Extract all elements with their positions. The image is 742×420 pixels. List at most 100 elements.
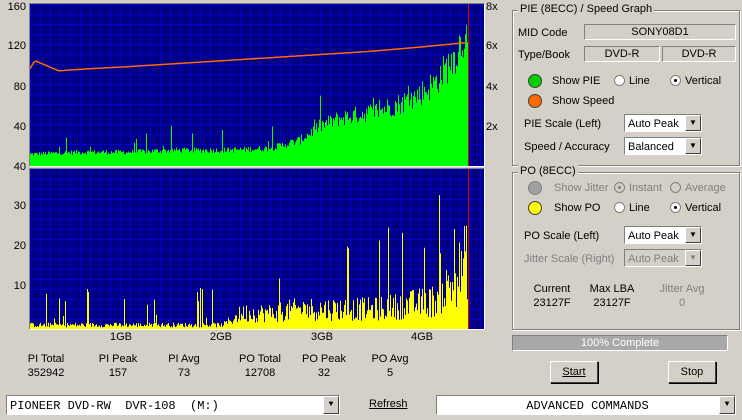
pie-bar (190, 151, 191, 166)
pie-bar (231, 150, 232, 166)
po-line-label[interactable]: Line (629, 202, 650, 214)
po-bar (69, 325, 70, 329)
chevron-down-icon[interactable]: ▼ (685, 138, 701, 154)
po-bar (357, 297, 358, 329)
po-bar (255, 322, 256, 329)
po-bar (165, 326, 166, 329)
chevron-down-icon[interactable]: ▼ (323, 396, 339, 414)
po-bar (48, 322, 49, 329)
po-bar (133, 323, 134, 329)
refresh-link[interactable]: Refresh (369, 398, 408, 410)
pie-bar (125, 154, 126, 166)
pie-bar (59, 146, 60, 166)
po-bar (407, 300, 408, 329)
po-bar (74, 325, 75, 329)
po-bar (351, 309, 352, 329)
jitter-average-radio (670, 182, 681, 193)
po-bar (61, 325, 62, 329)
pie-bar (52, 153, 53, 166)
pie-line-label[interactable]: Line (629, 75, 650, 87)
speed-color-swatch[interactable] (528, 94, 542, 108)
pie-bar (225, 151, 226, 166)
po-vertical-radio[interactable] (670, 202, 681, 213)
pie-bar (461, 56, 462, 166)
show-pie-label[interactable]: Show PIE (552, 75, 600, 87)
po-bar (232, 323, 233, 329)
pie-bar (163, 146, 164, 166)
po-scale-select[interactable]: Auto Peak ▼ (624, 226, 702, 244)
pie-bar (353, 111, 354, 166)
po-bar (434, 316, 435, 329)
pie-bar (334, 120, 335, 166)
po-bar (208, 326, 209, 329)
po-bar (271, 316, 272, 329)
po-bar (93, 324, 94, 329)
max-lba-value: 23127F (593, 297, 631, 309)
pie-bar (241, 149, 242, 166)
pie-bar (127, 152, 128, 166)
pie-color-swatch[interactable] (528, 74, 542, 88)
pie-bar (388, 105, 389, 166)
stop-button[interactable]: Stop (668, 361, 716, 383)
po-bar (52, 324, 53, 329)
mid-code-label: MID Code (518, 27, 568, 39)
pie-bar (320, 95, 321, 166)
po-bar (464, 226, 465, 329)
po-bar (282, 311, 283, 329)
po-bar (443, 306, 444, 329)
pie-bar (330, 115, 331, 166)
drive-select[interactable]: PIONEER DVD-RW DVR-108 (M:) ▼ (6, 395, 340, 415)
pie-bar (33, 155, 34, 166)
show-speed-label[interactable]: Show Speed (552, 95, 614, 107)
start-button[interactable]: Start (550, 361, 598, 383)
pie-bar (386, 112, 387, 166)
pie-bar (389, 106, 390, 166)
po-bar (254, 315, 255, 329)
pie-vertical-label[interactable]: Vertical (685, 75, 721, 87)
pie-bar (340, 119, 341, 166)
po-vertical-label[interactable]: Vertical (685, 202, 721, 214)
show-po-label[interactable]: Show PO (554, 202, 600, 214)
po-bar (199, 327, 200, 329)
pie-bar (50, 153, 51, 166)
speed-accuracy-select[interactable]: Balanced ▼ (624, 137, 702, 155)
po-bar (364, 298, 365, 329)
po-bar (424, 247, 425, 329)
pie-bar (267, 151, 268, 166)
pie-bar (316, 123, 317, 166)
po-bar (308, 317, 309, 329)
po-bar (341, 310, 342, 329)
po-bar (197, 292, 198, 329)
pie-bar (436, 75, 437, 166)
pie-vertical-radio[interactable] (670, 75, 681, 86)
pie-line-radio[interactable] (614, 75, 625, 86)
chevron-down-icon[interactable]: ▼ (685, 115, 701, 131)
po-bar (154, 299, 155, 329)
po-bar (174, 325, 175, 329)
po-line-radio[interactable] (614, 202, 625, 213)
po-bar (151, 323, 152, 329)
pie-scale-select[interactable]: Auto Peak ▼ (624, 114, 702, 132)
progress-bar: 100% Complete (512, 335, 728, 351)
po-bar (41, 325, 42, 329)
advanced-commands-select[interactable]: ADVANCED COMMANDS ▼ (436, 395, 736, 415)
po-bar (59, 298, 60, 329)
pie-bar (276, 149, 277, 166)
po-color-swatch[interactable] (528, 201, 542, 215)
pie-bar (174, 149, 175, 166)
po-bar (309, 306, 310, 329)
pie-bar (62, 153, 63, 166)
po-bar (297, 307, 298, 329)
chevron-down-icon[interactable]: ▼ (685, 227, 701, 243)
chevron-down-icon[interactable]: ▼ (719, 396, 735, 414)
pie-bar (352, 120, 353, 166)
pie-bar (140, 149, 141, 166)
pie-chart-frame (29, 3, 485, 167)
pie-bar (177, 150, 178, 166)
pie-bar (369, 107, 370, 166)
pie-bar (419, 86, 420, 166)
pie-bar (107, 154, 108, 166)
pie-bar (406, 96, 407, 166)
po-bar (450, 282, 451, 329)
po-bar (247, 321, 248, 329)
